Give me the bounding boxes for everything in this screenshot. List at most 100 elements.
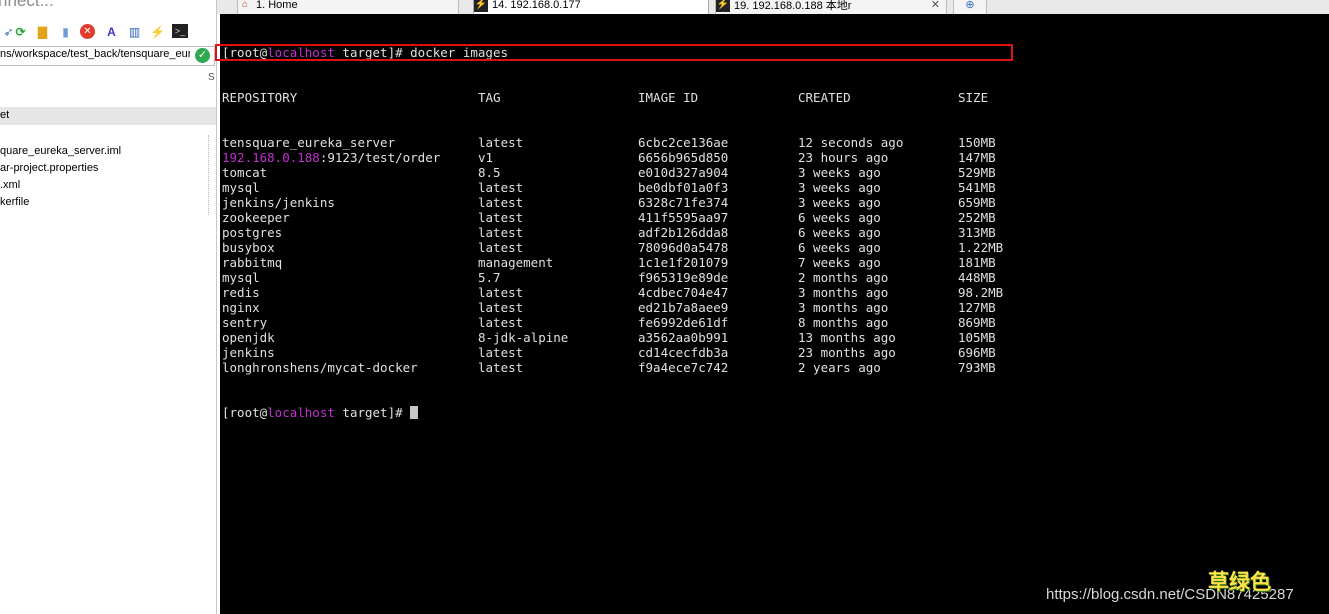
cell-created: 23 months ago [798,345,896,360]
cell-created: 6 weeks ago [798,240,881,255]
cell-repo: 192.168.0.188:9123/test/order [222,150,478,165]
cell-repo: longhronshens/mycat-docker [222,360,418,375]
repo-path: :9123/test/order [319,150,441,165]
cell-size: 98.2MB [958,285,1004,300]
tab-session-177[interactable]: ⚡ 14. 192.168.0.177 [473,0,709,14]
cell-repo: tomcat [222,165,268,180]
cell-created: 3 weeks ago [798,180,881,195]
new-folder-icon[interactable]: ▇ [34,24,51,41]
cell-repo: jenkins/jenkins [222,195,335,210]
cell-repo: mysql [222,180,260,195]
text-cursor [410,406,419,419]
terminal-session-icon: ⚡ [716,0,730,12]
cell-id: 4cdbec704e47 [638,285,729,300]
table-row: postgres latest adf2b126dda8 6 weeks ago 313… [222,225,1003,240]
cell-id: cd14cecfdb3a [638,345,729,360]
properties-icon[interactable]: ▥ [126,24,143,41]
new-tab-button[interactable]: ⊕ [953,0,987,14]
table-header: REPOSITORY TAG IMAGE ID CREATED SIZE [222,90,1003,105]
table-row: nginx latest ed21b7a8aee9 3 months ago 127MB [222,300,1003,315]
cell-size: 181MB [958,255,996,270]
column-header: S [208,72,215,83]
cell-repo: tensquare_eureka_server [222,135,396,150]
file-item[interactable]: quare_eureka_server.iml [0,145,121,157]
cell-created: 3 weeks ago [798,165,881,180]
cell-tag: v1 [478,150,494,165]
selected-folder-row[interactable]: et [0,107,216,125]
cell-tag: management [478,255,554,270]
tab-session-188[interactable]: ⚡ 19. 192.168.0.188 本地r ✕ [715,0,947,14]
new-file-icon[interactable]: ▮ [57,24,74,41]
cell-id: fe6992de61df [638,315,729,330]
cell-id: 78096d0a5478 [638,240,729,255]
path-text: ns/workspace/test_back/tensquare_eur [0,48,190,60]
cell-tag: latest [478,195,524,210]
cell-size: 150MB [958,135,996,150]
cell-tag: latest [478,315,524,330]
delete-icon[interactable]: ✕ [80,24,95,39]
table-row: openjdk 8-jdk-alpine a3562aa0b991 13 months… [222,330,1003,345]
table-row: redis latest 4cdbec704e47 3 months ago 98.2M… [222,285,1003,300]
check-icon[interactable]: ✓ [195,48,210,63]
cell-id: 6656b965d850 [638,150,729,165]
image-table: tensquare_eureka_server latest 6cbc2ce136a… [222,135,1003,375]
cell-repo: sentry [222,315,268,330]
cell-repo: mysql [222,270,260,285]
cell-size: 529MB [958,165,996,180]
terminal-window[interactable]: [root@localhost target]# docker images R… [220,14,1329,614]
file-item[interactable]: .xml [0,179,20,191]
table-row: busybox latest 78096d0a5478 6 weeks ago 1.22… [222,240,1003,255]
cell-created: 7 weeks ago [798,255,881,270]
cell-id: adf2b126dda8 [638,225,729,240]
cell-size: 869MB [958,315,996,330]
rename-icon[interactable]: A [103,24,120,41]
table-row: sentry latest fe6992de61df 8 months ago 869M… [222,315,1003,330]
file-browser-panel: nnect... ➶ ⟳ ▇ ▮ ✕ A ▥ ⚡ >_ ns/workspace… [0,0,217,614]
cell-created: 8 months ago [798,315,889,330]
cell-created: 3 months ago [798,300,889,315]
connect-field[interactable]: nnect... [0,0,54,11]
cell-size: 659MB [958,195,996,210]
cell-created: 2 months ago [798,270,889,285]
table-row: zookeeper latest 411f5595aa97 6 weeks ago 25… [222,210,1003,225]
cell-id: f965319e89de [638,270,729,285]
file-item[interactable]: kerfile [0,196,29,208]
prompt-line: [root@localhost target]# [222,405,1003,420]
cell-tag: latest [478,210,524,225]
terminal-icon[interactable]: >_ [172,24,188,38]
cell-size: 696MB [958,345,996,360]
column-header: TAG [478,90,501,105]
table-row: jenkins/jenkins latest 6328c71fe374 3 weeks… [222,195,1003,210]
cell-created: 12 seconds ago [798,135,904,150]
cell-id: 6328c71fe374 [638,195,729,210]
table-row: 192.168.0.188:9123/test/order v1 6656b965d… [222,150,1003,165]
table-row: mysql 5.7 f965319e89de 2 months ago 448MB [222,270,1003,285]
column-header: IMAGE ID [638,90,699,105]
close-icon[interactable]: ✕ [931,0,940,11]
cell-repo: nginx [222,300,260,315]
column-header: REPOSITORY [222,90,298,105]
prompt-dir: target]# [334,405,411,420]
cell-tag: 5.7 [478,270,501,285]
table-row: mysql latest be0dbf01a0f3 3 weeks ago 541MB [222,180,1003,195]
refresh-icon[interactable]: ⟳ [12,24,29,41]
terminal-output: [root@localhost target]# docker images R… [222,15,1003,450]
magic-wand-icon[interactable]: ⚡ [149,24,166,41]
cell-tag: latest [478,180,524,195]
file-item[interactable]: ar-project.properties [0,162,98,174]
cell-repo: rabbitmq [222,255,283,270]
path-bar[interactable]: ns/workspace/test_back/tensquare_eur ✓ [0,46,215,66]
tab-home[interactable]: ⌂ 1. Home [237,0,459,14]
tab-label: 14. 192.168.0.177 [492,0,581,11]
cell-repo: busybox [222,240,275,255]
cell-id: e010d327a904 [638,165,729,180]
registry-host: 192.168.0.188 [222,150,320,165]
cell-id: 411f5595aa97 [638,210,729,225]
cell-size: 252MB [958,210,996,225]
watermark-logo: 草绿色 [1208,571,1271,594]
cell-id: be0dbf01a0f3 [638,180,729,195]
cell-created: 6 weeks ago [798,210,881,225]
table-row: jenkins latest cd14cecfdb3a 23 months ago 69… [222,345,1003,360]
column-header: CREATED [798,90,851,105]
tab-label: 19. 192.168.0.188 本地r [734,0,852,12]
